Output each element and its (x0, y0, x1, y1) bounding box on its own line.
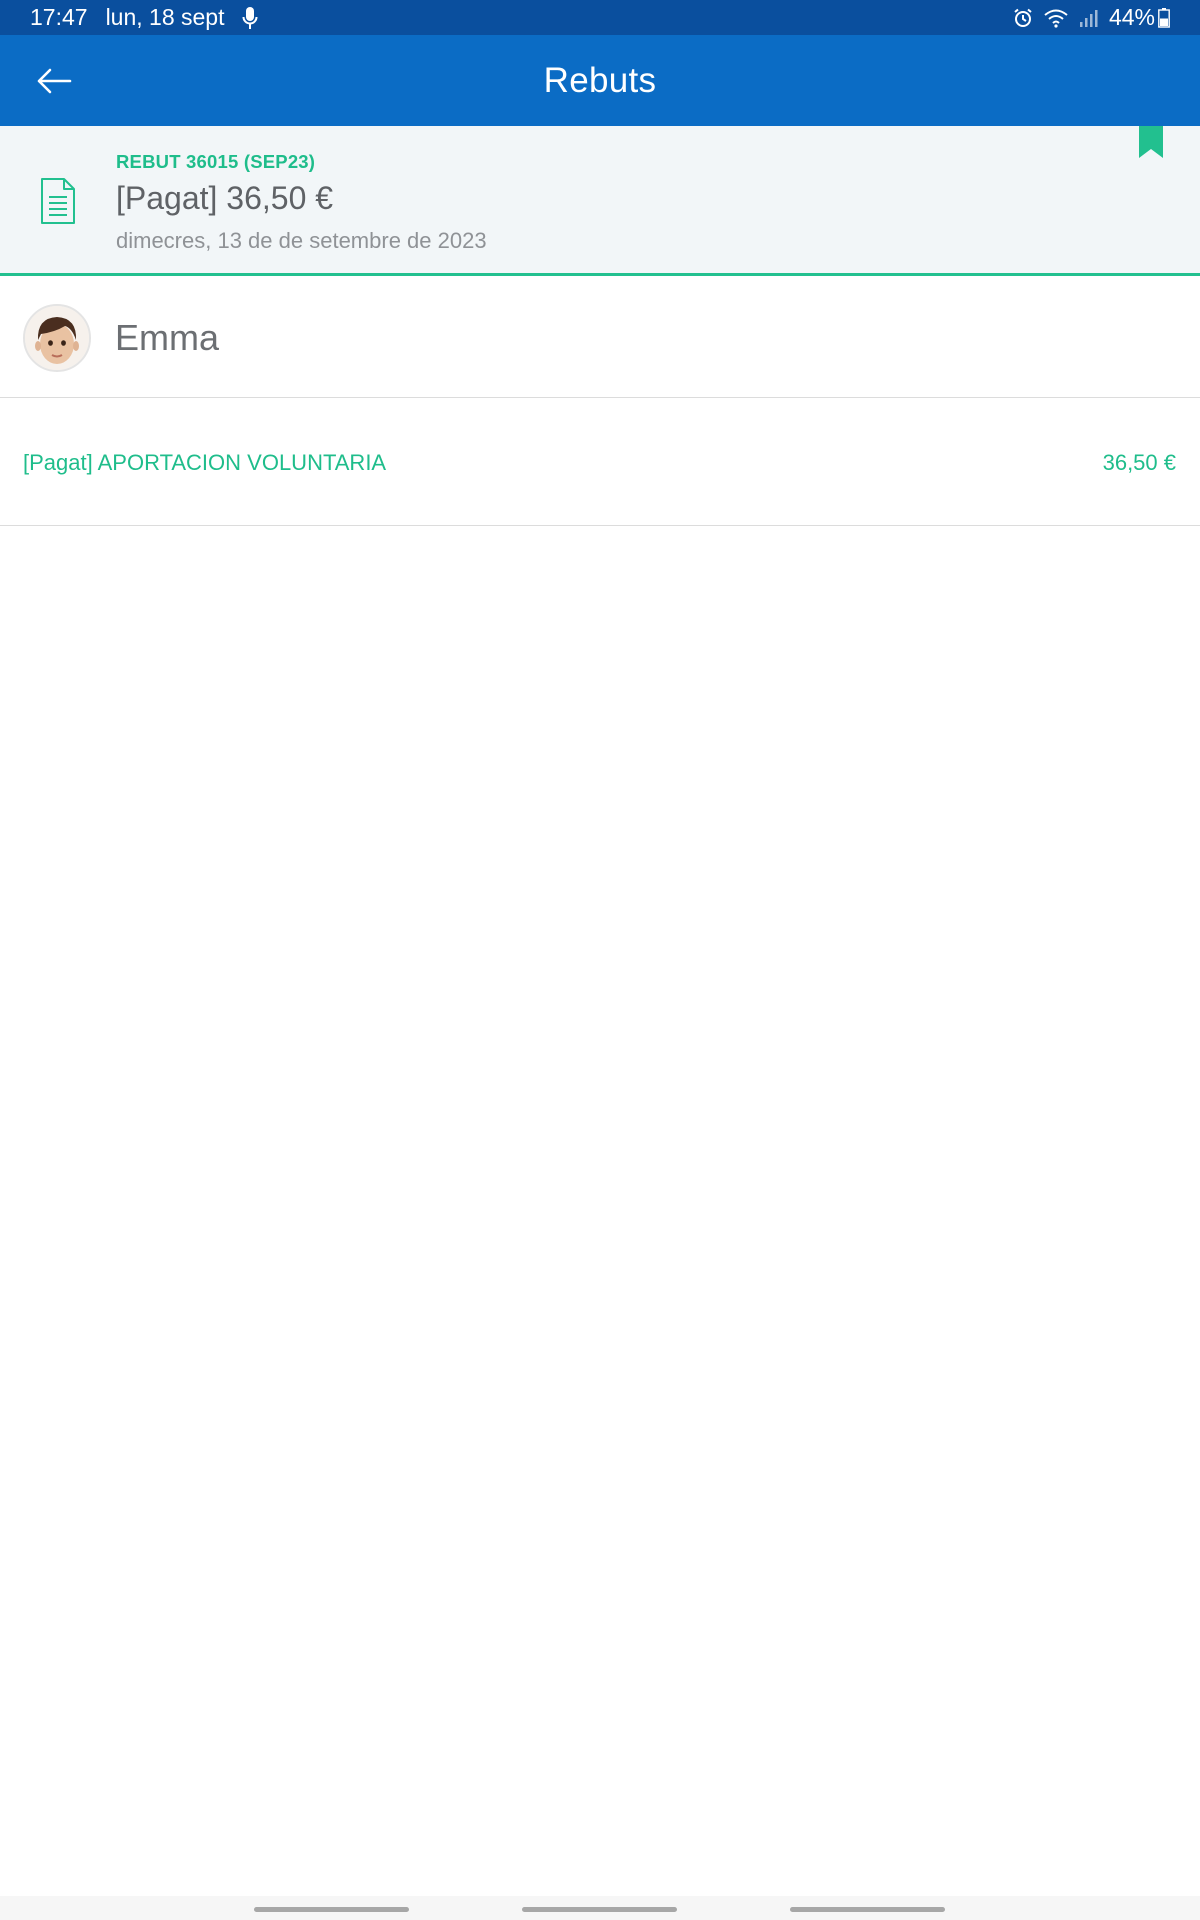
receipt-header: REBUT 36015 (SEP23) [Pagat] 36,50 € dime… (0, 126, 1200, 276)
alarm-icon (1013, 8, 1033, 28)
status-date: lun, 18 sept (105, 4, 225, 30)
item-amount: 36,50 € (1102, 450, 1176, 475)
signal-icon (1079, 8, 1099, 28)
student-name: Emma (115, 317, 220, 358)
nav-back-button[interactable] (790, 1907, 945, 1912)
document-icon (38, 176, 78, 226)
list-item[interactable]: [Pagat] APORTACION VOLUNTARIA 36,50 € (0, 398, 1200, 526)
status-left: 17:47 lun, 18 sept (30, 4, 276, 31)
app-bar: Rebuts (0, 35, 1200, 126)
nav-recents-button[interactable] (254, 1907, 409, 1912)
battery-text: 44% (1108, 4, 1155, 30)
avatar (23, 304, 91, 372)
navigation-bar (0, 1896, 1200, 1920)
item-label: [Pagat] APORTACION VOLUNTARIA (23, 450, 387, 475)
bookmark-icon (1139, 126, 1163, 158)
status-bar: 17:47 lun, 18 sept 44% (0, 0, 1200, 35)
nav-home-button[interactable] (522, 1907, 677, 1912)
receipt-amount: [Pagat] 36,50 € (116, 180, 334, 216)
mic-icon (242, 6, 258, 30)
status-time: 17:47 (30, 4, 88, 30)
status-right: 44% (1003, 4, 1170, 31)
page-title: Rebuts (543, 60, 657, 100)
receipt-code: REBUT 36015 (SEP23) (116, 151, 316, 172)
student-row[interactable]: Emma (0, 279, 1200, 398)
battery-icon (1158, 7, 1170, 28)
wifi-icon (1043, 8, 1069, 28)
receipt-date: dimecres, 13 de de setembre de 2023 (116, 228, 487, 253)
